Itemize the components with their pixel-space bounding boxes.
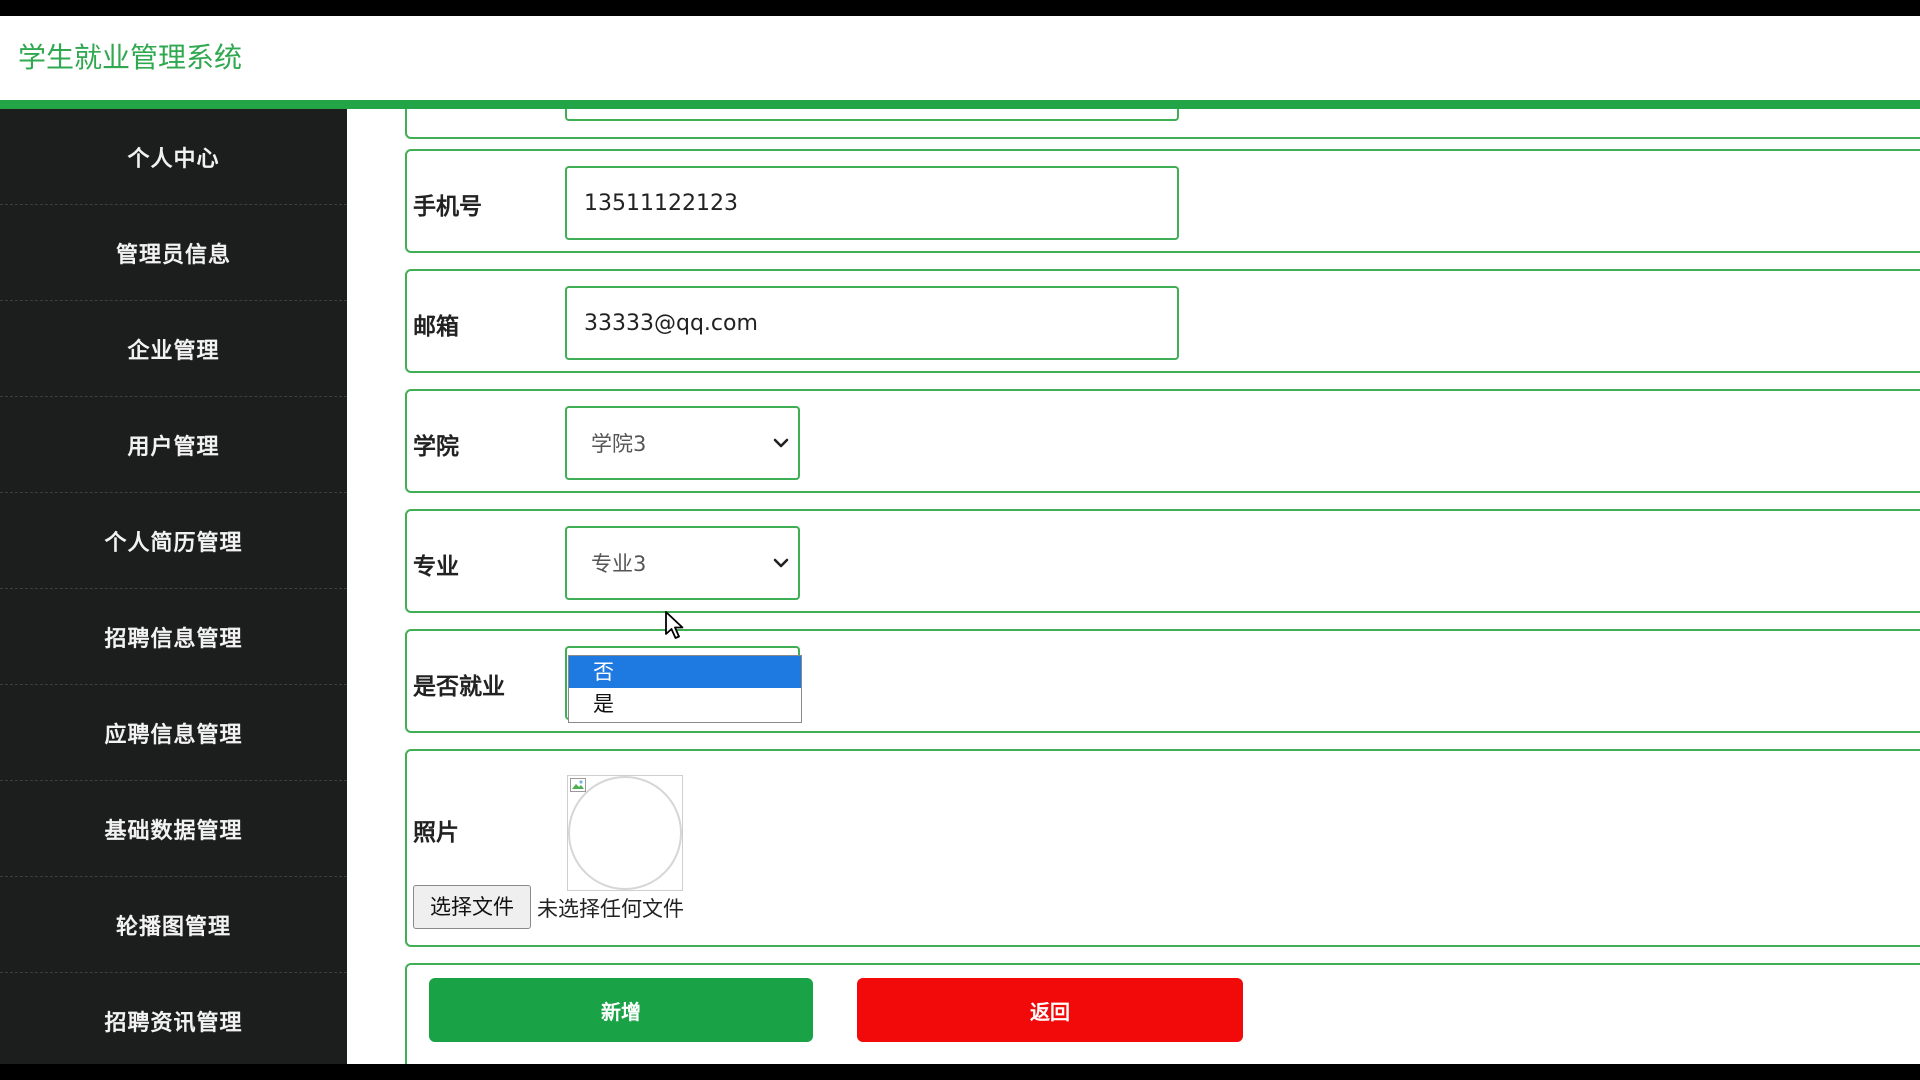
sidebar-item-company-management[interactable]: 企业管理 [0,301,347,397]
sidebar: 个人中心 管理员信息 企业管理 用户管理 个人简历管理 招聘信息管理 应聘信息管… [0,109,347,1064]
sidebar-item-label: 轮播图管理 [115,914,231,940]
sidebar-item-application-info[interactable]: 应聘信息管理 [0,685,347,781]
sidebar-item-recruitment-news[interactable]: 招聘资讯管理 [0,973,347,1064]
sidebar-item-label: 用户管理 [127,434,220,460]
photo-preview [567,775,683,891]
app-title: 学生就业管理系统 [18,41,243,74]
sidebar-item-basic-data[interactable]: 基础数据管理 [0,781,347,877]
form-row-email: 邮箱 [405,269,1920,373]
app-header: 学生就业管理系统 [0,16,1920,100]
chevron-down-icon [773,438,789,448]
major-select-value: 专业3 [591,552,647,576]
sidebar-item-recruitment-info[interactable]: 招聘信息管理 [0,589,347,685]
major-select[interactable]: 专业3 [565,526,800,600]
photo-placeholder-circle [568,776,682,890]
broken-image-icon [570,778,586,792]
form-row-previous [405,109,1920,139]
sidebar-item-label: 基础数据管理 [104,818,243,844]
sidebar-item-user-management[interactable]: 用户管理 [0,397,347,493]
previous-field-input[interactable] [565,109,1179,121]
sidebar-item-label: 招聘资讯管理 [104,1010,243,1036]
back-button[interactable]: 返回 [857,978,1243,1042]
email-label: 邮箱 [413,314,459,340]
sidebar-item-label: 应聘信息管理 [104,722,243,748]
photo-label: 照片 [413,820,459,846]
employed-dropdown-list: 否 是 [568,655,802,723]
form-row-major: 专业 专业3 [405,509,1920,613]
email-input[interactable] [565,286,1179,360]
major-label: 专业 [413,554,459,580]
choose-file-button[interactable]: 选择文件 [413,885,531,929]
sidebar-item-carousel-management[interactable]: 轮播图管理 [0,877,347,973]
sidebar-item-resume-management[interactable]: 个人简历管理 [0,493,347,589]
college-label: 学院 [413,434,459,460]
header-accent-bar [0,100,1920,109]
sidebar-item-label: 个人中心 [127,146,220,172]
sidebar-item-label: 招聘信息管理 [104,626,243,652]
form-row-phone: 手机号 [405,149,1920,253]
college-select[interactable]: 学院3 [565,406,800,480]
phone-input[interactable] [565,166,1179,240]
sidebar-item-label: 企业管理 [127,338,220,364]
form-row-photo: 照片 选择文件 未选择任何文件 [405,749,1920,947]
chevron-down-icon [773,558,789,568]
employed-label: 是否就业 [413,674,505,700]
app-window: 学生就业管理系统 个人中心 管理员信息 企业管理 用户管理 个人简历管理 招聘信… [0,16,1920,1064]
sidebar-item-personal-center[interactable]: 个人中心 [0,109,347,205]
sidebar-item-label: 管理员信息 [115,242,231,268]
mouse-cursor-icon [665,611,684,639]
employed-option-yes[interactable]: 是 [569,688,801,720]
phone-label: 手机号 [413,194,482,220]
sidebar-item-admin-info[interactable]: 管理员信息 [0,205,347,301]
form-content: 手机号 邮箱 学院 学院3 专业 专业3 [347,109,1920,1064]
file-status-text: 未选择任何文件 [537,897,684,921]
add-button[interactable]: 新增 [429,978,813,1042]
employed-option-no[interactable]: 否 [569,656,801,688]
sidebar-item-label: 个人简历管理 [104,530,243,556]
form-row-actions: 新增 返回 [405,963,1920,1064]
college-select-value: 学院3 [591,432,647,456]
form-row-college: 学院 学院3 [405,389,1920,493]
